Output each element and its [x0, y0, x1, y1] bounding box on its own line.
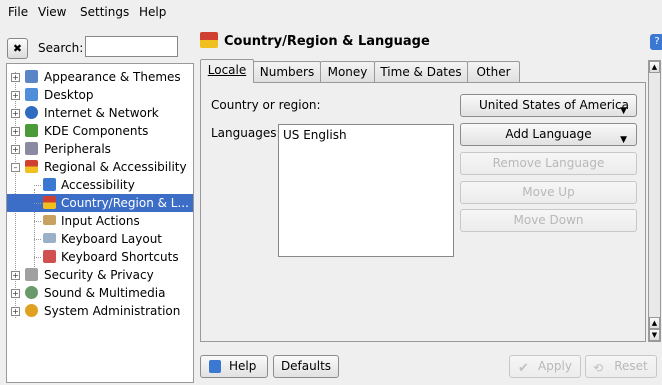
tree-item-security[interactable]: + Security & Privacy — [7, 266, 193, 284]
tree-item-desktop[interactable]: + Desktop — [7, 86, 193, 104]
tab-numbers[interactable]: Numbers — [253, 61, 321, 83]
tree-item-kde-components[interactable]: + KDE Components — [7, 122, 193, 140]
tree-item-system-admin[interactable]: + System Administration — [7, 302, 193, 320]
defaults-button[interactable]: Defaults — [273, 355, 339, 378]
flag-icon — [25, 160, 38, 173]
tree-item-peripherals[interactable]: + Peripherals — [7, 140, 193, 158]
tree-item-country-region[interactable]: Country/Region & L... — [7, 194, 193, 212]
appearance-icon — [25, 70, 38, 83]
scroll-up-arrow-icon[interactable]: ▲ — [649, 317, 660, 329]
country-label: Country or region: — [211, 98, 321, 112]
country-combo[interactable]: United States of America ▼ — [460, 94, 637, 117]
scroll-up-arrow-icon[interactable]: ▲ — [649, 61, 660, 73]
tree-item-regional[interactable]: – Regional & Accessibility — [7, 158, 193, 176]
security-icon — [25, 268, 38, 281]
apply-button[interactable]: ✔ Apply — [509, 355, 581, 378]
expand-icon[interactable]: + — [11, 109, 20, 118]
tab-money[interactable]: Money — [320, 61, 375, 83]
desktop-icon — [25, 88, 38, 101]
collapse-icon[interactable]: – — [11, 163, 20, 172]
list-item[interactable]: US English — [283, 128, 347, 142]
tree-item-keyboard-layout[interactable]: Keyboard Layout — [7, 230, 193, 248]
flag-icon — [43, 196, 56, 209]
input-actions-icon — [43, 215, 56, 225]
peripherals-icon — [25, 142, 38, 155]
expand-icon[interactable]: + — [11, 307, 20, 316]
reset-button[interactable]: ⟲ Reset — [585, 355, 657, 378]
expand-icon[interactable]: + — [11, 91, 20, 100]
system-admin-icon — [25, 304, 38, 317]
scroll-down-arrow-icon[interactable]: ▼ — [649, 329, 660, 341]
clear-search-button[interactable]: ✖ — [7, 38, 28, 59]
languages-label: Languages: — [211, 126, 281, 140]
expand-icon[interactable]: + — [11, 145, 20, 154]
remove-language-button[interactable]: Remove Language — [460, 152, 637, 175]
shortcuts-icon — [43, 250, 56, 263]
tree-item-sound[interactable]: + Sound & Multimedia — [7, 284, 193, 302]
menu-help[interactable]: Help — [139, 5, 166, 19]
menubar: File View Settings Help — [0, 0, 662, 22]
expand-icon[interactable]: + — [11, 271, 20, 280]
tab-other[interactable]: Other — [467, 61, 520, 83]
expand-icon[interactable]: + — [11, 127, 20, 136]
flag-icon — [200, 32, 218, 48]
globe-icon — [25, 106, 38, 119]
vertical-scrollbar[interactable]: ▲ ▲ ▼ — [648, 60, 661, 342]
search-input[interactable] — [85, 36, 178, 57]
search-label: Search: — [38, 41, 84, 55]
menu-file[interactable]: File — [8, 5, 28, 19]
tab-locale[interactable]: Locale — [200, 59, 254, 83]
expand-icon[interactable]: + — [11, 289, 20, 298]
help-book-icon — [209, 360, 221, 373]
dropdown-arrow-icon: ▼ — [620, 135, 627, 145]
tree-item-accessibility[interactable]: Accessibility — [7, 176, 193, 194]
kde-components-icon — [25, 124, 38, 137]
languages-list[interactable]: US English — [278, 124, 454, 257]
move-up-button[interactable]: Move Up — [460, 181, 637, 204]
expand-icon[interactable]: + — [11, 73, 20, 82]
dropdown-arrow-icon: ▼ — [620, 106, 627, 116]
accessibility-icon — [43, 178, 56, 191]
menu-settings[interactable]: Settings — [80, 5, 129, 19]
module-title: Country/Region & Language — [224, 34, 430, 49]
tree-item-input-actions[interactable]: Input Actions — [7, 212, 193, 230]
whats-this-button[interactable]: ? — [650, 34, 662, 50]
tree-item-keyboard-shortcuts[interactable]: Keyboard Shortcuts — [7, 248, 193, 266]
help-button[interactable]: Help — [200, 355, 268, 378]
checkmark-icon: ✔ — [518, 361, 529, 376]
add-language-button[interactable]: Add Language ▼ — [460, 123, 637, 146]
tree-item-internet[interactable]: + Internet & Network — [7, 104, 193, 122]
clear-icon: ✖ — [12, 42, 23, 55]
keyboard-icon — [43, 233, 56, 243]
reset-arrow-icon: ⟲ — [593, 361, 604, 375]
tab-time-dates[interactable]: Time & Dates — [374, 61, 468, 83]
menu-view[interactable]: View — [38, 5, 66, 19]
tree-item-appearance[interactable]: + Appearance & Themes — [7, 68, 193, 86]
help-icon: ? — [654, 36, 660, 47]
sound-icon — [25, 286, 38, 299]
move-down-button[interactable]: Move Down — [460, 209, 637, 232]
module-tree[interactable]: + Appearance & Themes + Desktop + Intern… — [6, 63, 194, 383]
